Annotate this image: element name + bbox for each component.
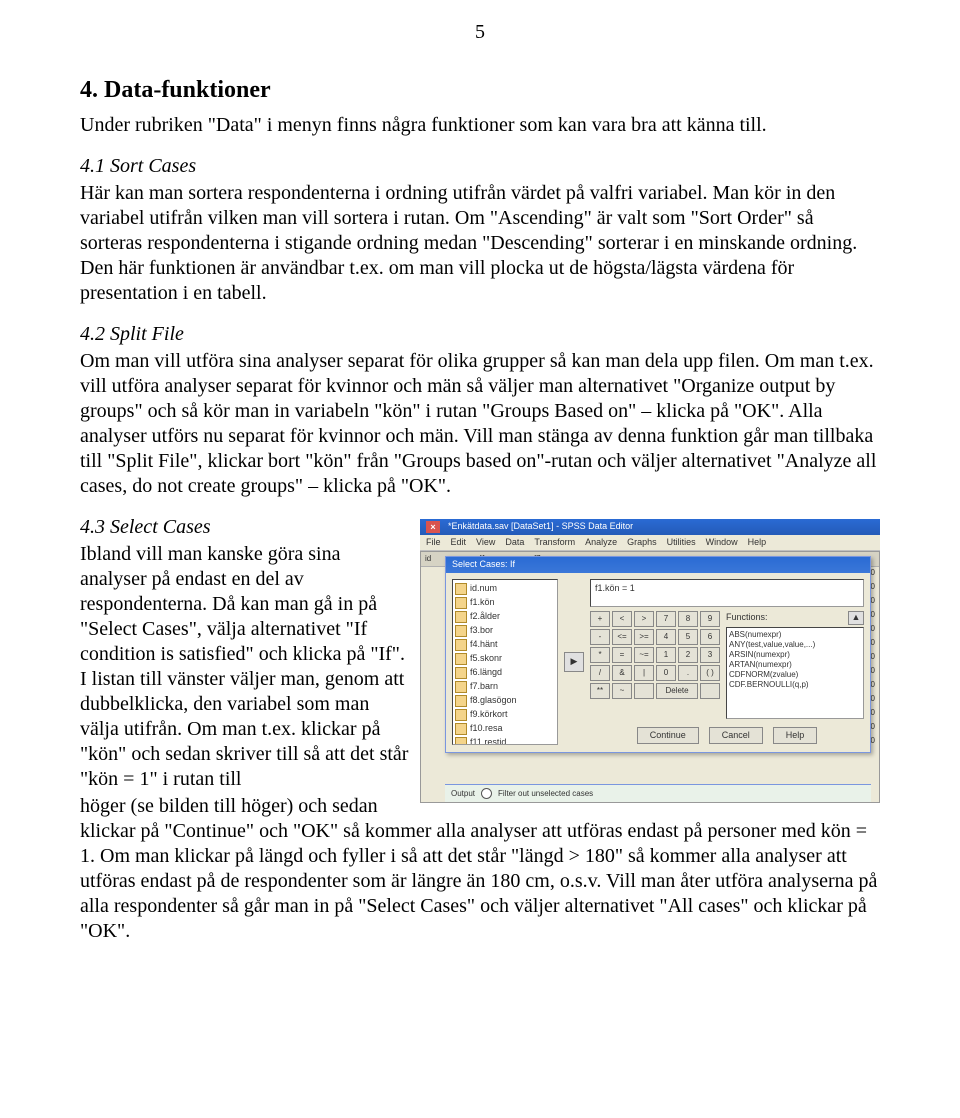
menu-view[interactable]: View	[476, 537, 495, 548]
key-blank	[634, 683, 654, 699]
menu-help[interactable]: Help	[748, 537, 767, 548]
key-lte[interactable]: <=	[612, 629, 632, 645]
variable-list[interactable]: id.num f1.kön f2.ålder f3.bor f4.hänt f5…	[452, 579, 558, 745]
key-paren[interactable]: ( )	[700, 665, 720, 681]
var-icon	[455, 583, 467, 595]
var-icon	[455, 681, 467, 693]
spss-screenshot: × *Enkätdata.sav [DataSet1] - SPSS Data …	[420, 519, 880, 803]
key-7[interactable]: 7	[656, 611, 676, 627]
key-9[interactable]: 9	[700, 611, 720, 627]
key-and[interactable]: &	[612, 665, 632, 681]
menu-graphs[interactable]: Graphs	[627, 537, 657, 548]
help-button[interactable]: Help	[773, 727, 818, 744]
menu-file[interactable]: File	[426, 537, 441, 548]
key-minus[interactable]: -	[590, 629, 610, 645]
paragraph-4-1: Här kan man sortera respondenterna i ord…	[80, 181, 880, 306]
key-plus[interactable]: +	[590, 611, 610, 627]
key-blank2	[700, 683, 720, 699]
var-icon	[455, 625, 467, 637]
var-icon	[455, 709, 467, 721]
continue-button[interactable]: Continue	[637, 727, 699, 744]
key-2[interactable]: 2	[678, 647, 698, 663]
expression-input[interactable]: f1.kön = 1	[590, 579, 864, 607]
key-4[interactable]: 4	[656, 629, 676, 645]
cancel-button[interactable]: Cancel	[709, 727, 763, 744]
key-1[interactable]: 1	[656, 647, 676, 663]
functions-list[interactable]: ABS(numexpr) ANY(test,value,value,...) A…	[726, 627, 864, 719]
paragraph-4-2: Om man vill utföra sina analyser separat…	[80, 349, 880, 499]
var-icon	[455, 653, 467, 665]
key-dot[interactable]: .	[678, 665, 698, 681]
var-icon	[455, 737, 467, 745]
key-mul[interactable]: *	[590, 647, 610, 663]
key-gt[interactable]: >	[634, 611, 654, 627]
intro-paragraph: Under rubriken "Data" i menyn finns någr…	[80, 113, 880, 138]
key-3[interactable]: 3	[700, 647, 720, 663]
close-icon[interactable]: ×	[426, 521, 440, 533]
var-icon	[455, 695, 467, 707]
key-delete[interactable]: Delete	[656, 683, 698, 699]
window-title: *Enkätdata.sav [DataSet1] - SPSS Data Ed…	[448, 521, 633, 532]
var-icon	[455, 667, 467, 679]
paragraph-4-3b: höger (se bilden till höger) och sedan k…	[80, 794, 880, 944]
heading-4-2: 4.2 Split File	[80, 323, 184, 345]
key-8[interactable]: 8	[678, 611, 698, 627]
menu-data[interactable]: Data	[505, 537, 524, 548]
key-gte[interactable]: >=	[634, 629, 654, 645]
var-icon	[455, 597, 467, 609]
unselected-label: Filter out unselected cases	[498, 789, 593, 799]
key-pow[interactable]: **	[590, 683, 610, 699]
var-icon	[455, 723, 467, 735]
menu-utilities[interactable]: Utilities	[667, 537, 696, 548]
heading-4: 4. Data-funktioner	[80, 75, 880, 105]
key-neq[interactable]: ~=	[634, 647, 654, 663]
key-6[interactable]: 6	[700, 629, 720, 645]
key-0[interactable]: 0	[656, 665, 676, 681]
dialog-title: Select Cases: If	[446, 557, 870, 572]
key-eq[interactable]: =	[612, 647, 632, 663]
key-or[interactable]: |	[634, 665, 654, 681]
output-panel: Output Filter out unselected cases	[445, 784, 871, 802]
menu-edit[interactable]: Edit	[451, 537, 467, 548]
heading-4-3: 4.3 Select Cases	[80, 516, 211, 538]
menu-bar: File Edit View Data Transform Analyze Gr…	[420, 535, 880, 551]
menu-transform[interactable]: Transform	[534, 537, 575, 548]
output-label: Output	[451, 789, 475, 799]
menu-analyze[interactable]: Analyze	[585, 537, 617, 548]
var-icon	[455, 611, 467, 623]
select-cases-if-dialog: Select Cases: If id.num f1.kön f2.ålder …	[445, 556, 871, 753]
key-5[interactable]: 5	[678, 629, 698, 645]
heading-4-1: 4.1 Sort Cases	[80, 155, 196, 177]
page-number: 5	[80, 20, 880, 45]
radio-icon[interactable]	[481, 788, 492, 799]
arrow-right-icon[interactable]: ▶	[564, 652, 584, 672]
func-up-icon[interactable]: ▲	[848, 611, 864, 625]
functions-label: Functions:	[726, 612, 768, 623]
menu-window[interactable]: Window	[706, 537, 738, 548]
key-div[interactable]: /	[590, 665, 610, 681]
var-icon	[455, 639, 467, 651]
key-not[interactable]: ~	[612, 683, 632, 699]
calculator-keypad: + < > 7 8 9 - <= >=	[590, 611, 720, 719]
key-lt[interactable]: <	[612, 611, 632, 627]
